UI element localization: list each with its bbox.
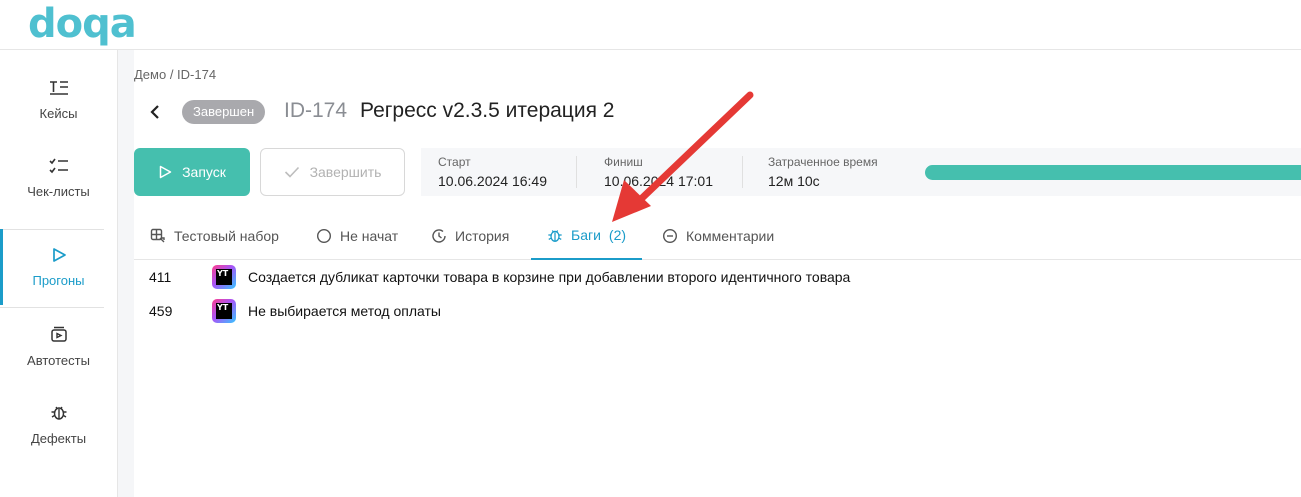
stat-elapsed-label: Затраченное время [768,155,878,169]
start-button-label: Запуск [182,164,226,180]
tab-label: Баги [571,227,601,243]
sidebar-item-label: Кейсы [39,105,78,121]
sidebar: Кейсы Чек-листы Прогоны Автотесты Дефект… [0,50,118,497]
tab-test-set[interactable]: Тестовый набор [150,212,279,260]
sidebar-item-checklists[interactable]: Чек-листы [0,140,117,216]
bug-id: 459 [149,303,173,319]
bug-icon [51,406,66,420]
check-icon [284,166,299,178]
youtrack-icon: YT [212,265,236,289]
stat-start-value: 10.06.2024 16:49 [438,173,547,189]
start-button[interactable]: Запуск [134,148,250,196]
finish-button-label: Завершить [309,164,382,180]
sidebar-item-label: Чек-листы [27,183,90,199]
sidebar-item-defects[interactable]: Дефекты [0,386,117,462]
finish-button[interactable]: Завершить [260,148,405,196]
sidebar-item-label: Прогоны [32,272,85,288]
tab-not-started[interactable]: Не начат [316,212,398,260]
tab-label: Не начат [340,228,399,244]
sidebar-item-label: Дефекты [30,430,87,446]
tab-label: Комментарии [686,228,775,244]
youtrack-icon-label: YT [217,303,229,312]
bug-row[interactable]: 459 YT Не выбирается метод оплаты [134,294,1034,328]
stat-finish-label: Финиш [604,155,643,169]
cases-icon [49,80,68,95]
progress-bar [925,165,1301,180]
tab-count: (2) [608,227,627,243]
stat-start-label: Старт [438,155,471,169]
sidebar-item-runs[interactable]: Прогоны [0,229,117,305]
tab-history[interactable]: История [431,212,509,260]
play-icon [159,165,172,179]
tab-label: Тестовый набор [174,228,279,244]
bug-id: 411 [149,269,172,285]
breadcrumb[interactable]: Демо / ID-174 [134,67,216,82]
tab-bar: Тестовый набор Не начат История Баги (2)… [134,212,1301,260]
bug-icon [548,230,562,242]
youtrack-icon: YT [212,299,236,323]
play-icon [52,247,66,262]
run-id: ID-174 [284,99,348,122]
test-set-icon [150,228,165,243]
sidebar-item-label: Автотесты [27,352,90,368]
stat-divider [742,156,743,188]
top-bar: doqa [0,0,1301,50]
bug-title[interactable]: Не выбирается метод оплаты [248,303,441,319]
bug-title[interactable]: Создается дубликат карточки товара в кор… [248,269,850,285]
autotest-icon [50,326,67,342]
comment-icon [662,228,678,244]
status-badge: Завершен [182,100,266,124]
youtrack-icon-label: YT [217,269,229,278]
page-title: Регресс v2.3.5 итерация 2 [360,99,615,122]
tab-bugs[interactable]: Баги (2) [531,212,643,260]
app-logo[interactable]: doqa [28,2,137,46]
tab-comments[interactable]: Комментарии [662,212,774,260]
sidebar-item-cases[interactable]: Кейсы [0,62,117,138]
circle-icon [316,228,332,244]
tab-label: История [455,228,510,244]
bug-row[interactable]: 411 YT Создается дубликат карточки товар… [134,260,1034,294]
stat-elapsed-value: 12м 10с [768,173,820,189]
stat-finish-value: 10.06.2024 17:01 [604,173,713,189]
stat-divider [576,156,577,188]
sidebar-item-autotests[interactable]: Автотесты [0,308,117,384]
history-icon [432,229,446,243]
back-arrow-icon[interactable] [148,102,162,122]
checklist-icon [48,158,68,173]
